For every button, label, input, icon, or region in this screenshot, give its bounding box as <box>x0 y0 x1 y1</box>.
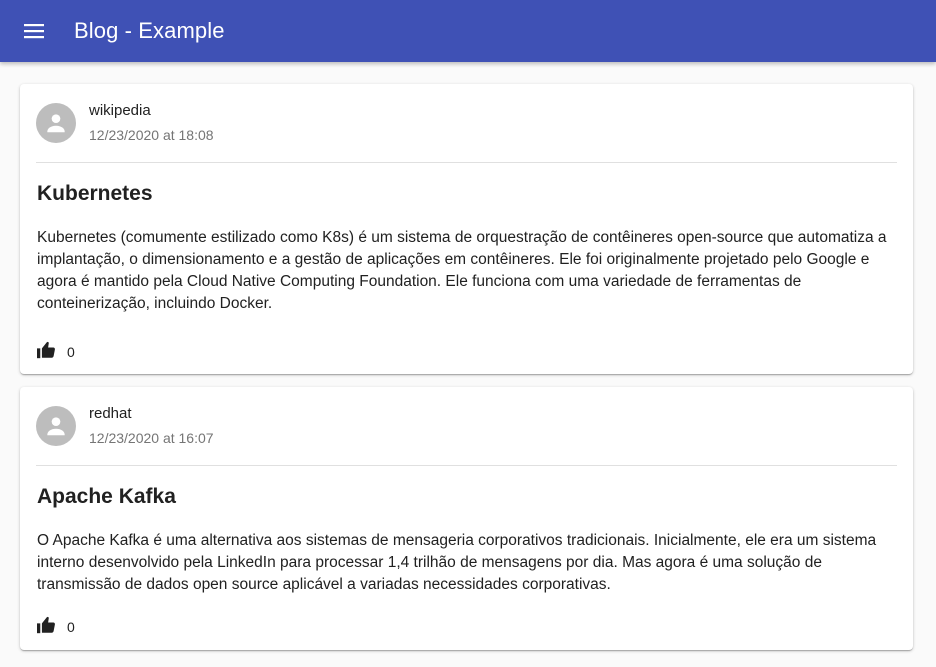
post-actions: 0 <box>20 319 913 374</box>
post-author: wikipedia <box>89 102 151 119</box>
post-title: Kubernetes <box>37 182 153 205</box>
like-button[interactable] <box>35 339 57 361</box>
post-date: 12/23/2020 at 18:08 <box>89 127 214 143</box>
app-bar: Blog - Example <box>0 0 936 62</box>
app-title: Blog - Example <box>74 18 225 43</box>
like-button[interactable] <box>35 614 57 636</box>
thumb-up-icon <box>37 341 55 359</box>
like-count: 0 <box>67 619 75 635</box>
post-feed: wikipedia 12/23/2020 at 18:08 Kubernetes… <box>20 84 913 663</box>
post-body: O Apache Kafka é uma alternativa aos sis… <box>37 532 877 593</box>
thumb-up-icon <box>37 616 55 634</box>
post-author: redhat <box>89 405 132 422</box>
menu-button[interactable] <box>22 19 46 43</box>
like-count: 0 <box>67 344 75 360</box>
post-header: wikipedia 12/23/2020 at 18:08 <box>20 84 913 162</box>
post-date: 12/23/2020 at 16:07 <box>89 430 214 446</box>
avatar <box>36 406 76 446</box>
post-title: Apache Kafka <box>37 485 176 508</box>
avatar <box>36 103 76 143</box>
person-icon <box>47 114 65 133</box>
menu-icon <box>24 24 44 39</box>
post-body: Kubernetes (comumente estilizado como K8… <box>37 229 887 312</box>
post-actions: 0 <box>20 600 913 650</box>
post-header: redhat 12/23/2020 at 16:07 <box>20 387 913 465</box>
person-icon <box>47 417 65 436</box>
post-card: redhat 12/23/2020 at 16:07 Apache Kafka … <box>20 387 913 650</box>
post-card: wikipedia 12/23/2020 at 18:08 Kubernetes… <box>20 84 913 374</box>
